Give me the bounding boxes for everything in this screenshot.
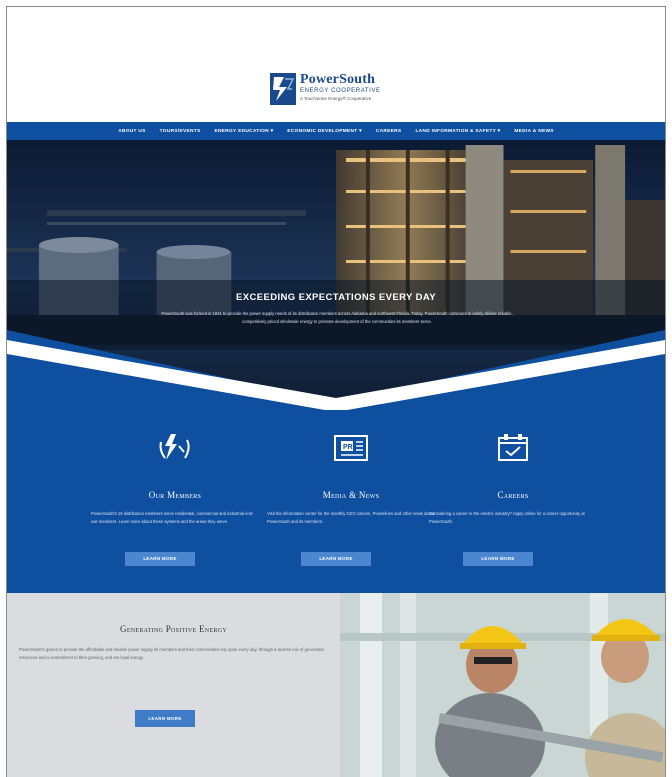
svg-text:PR: PR (343, 444, 353, 451)
hero-title: EXCEEDING EXPECTATIONS EVERY DAY (235, 292, 437, 303)
lightning-hands-icon (159, 434, 190, 460)
feature-title: Media & News (322, 490, 380, 500)
nav-item-economic-development[interactable]: ECONOMIC DEVELOPMENT ▾ (287, 129, 362, 134)
feature-text: Visit the information center for the mon… (267, 511, 435, 524)
briefcase-icon (498, 434, 528, 461)
nav-item-careers[interactable]: CAREERS (376, 129, 402, 134)
feature-text: Considering a career in the electric ind… (429, 511, 585, 524)
hero-text: PowerSouth was formed in 1941 to provide… (161, 311, 513, 324)
nav-item-land-safety[interactable]: LAND INFORMATION & SAFETY ▾ (415, 129, 500, 134)
generating-title: Generating Positive Energy (120, 624, 227, 634)
workers-hardhat-image (340, 593, 665, 777)
logo-text: PowerSouth ENERGY COOPERATIVE A Touchsto… (300, 73, 381, 102)
logo-name: PowerSouth (300, 72, 376, 87)
media-news-learn-more-button[interactable]: LEARN MORE (301, 552, 371, 566)
site-logo[interactable]: PowerSouth ENERGY COOPERATIVE A Touchsto… (270, 73, 381, 105)
page-frame: PowerSouth ENERGY COOPERATIVE A Touchsto… (6, 6, 666, 777)
newspaper-icon: PR (334, 435, 368, 461)
hero-banner: EXCEEDING EXPECTATIONS EVERY DAY PowerSo… (7, 140, 665, 410)
main-nav: ABOUT US TOURS/EVENTS ENERGY EDUCATION ▾… (7, 122, 665, 140)
workers-photo (340, 593, 665, 777)
generating-section: Generating Positive Energy PowerSouth's … (7, 593, 340, 777)
logo-subtitle: ENERGY COOPERATIVE (300, 88, 381, 94)
site-header: PowerSouth ENERGY COOPERATIVE A Touchsto… (7, 7, 665, 122)
generating-text: PowerSouth's goal is to provide the affo… (19, 647, 325, 660)
nav-item-media-news[interactable]: MEDIA & NEWS (514, 129, 553, 134)
feature-title: Careers (497, 490, 529, 500)
feature-text: PowerSouth's 16 distribution members ser… (91, 511, 254, 524)
feature-section: Our Members PowerSouth's 16 distribution… (7, 410, 665, 593)
powersouth-logo-icon (270, 73, 296, 105)
nav-item-about-us[interactable]: ABOUT US (118, 129, 145, 134)
logo-tagline: A Touchstone Energy® Cooperative (300, 96, 372, 101)
careers-learn-more-button[interactable]: LEARN MORE (463, 552, 533, 566)
feature-title: Our Members (148, 490, 202, 500)
nav-item-tours-events[interactable]: TOURS/EVENTS (160, 129, 201, 134)
nav-item-energy-education[interactable]: ENERGY EDUCATION ▾ (214, 129, 273, 134)
our-members-learn-more-button[interactable]: LEARN MORE (125, 552, 195, 566)
generating-learn-more-button[interactable]: LEARN MORE (135, 710, 195, 727)
power-plant-night-image (7, 140, 665, 410)
